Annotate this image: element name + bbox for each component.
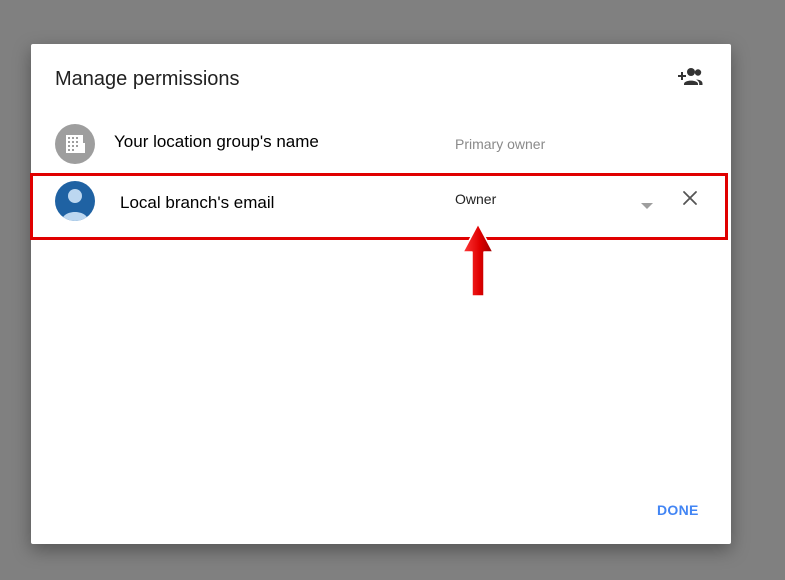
caret-down-icon[interactable] (641, 197, 653, 209)
permission-row-location-group: Your location group's name Primary owner (31, 114, 731, 174)
role-select[interactable]: Owner (455, 191, 496, 207)
permission-name: Local branch's email (120, 193, 275, 212)
dialog-title: Manage permissions (55, 68, 240, 90)
permission-name: Your location group's name (114, 132, 319, 151)
manage-permissions-dialog: Manage permissions Your location group's… (31, 44, 731, 544)
person-add-icon[interactable] (677, 66, 703, 88)
permission-role: Primary owner (455, 136, 546, 152)
person-icon (55, 181, 95, 221)
close-icon[interactable] (682, 190, 698, 206)
done-button[interactable]: DONE (657, 502, 699, 518)
permission-row-branch-email: Local branch's email Owner (31, 174, 731, 234)
building-icon (55, 124, 95, 164)
